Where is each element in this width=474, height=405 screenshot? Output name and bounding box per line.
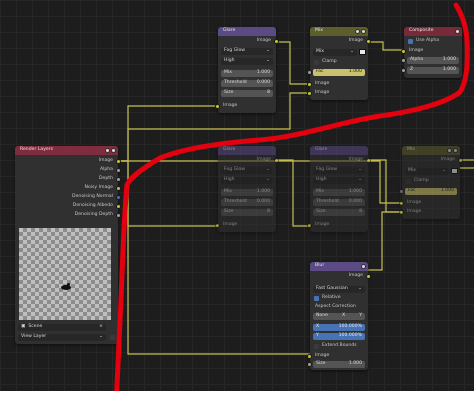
- annotation-layer: [114, 2, 470, 391]
- red-annotation-stroke: [114, 2, 470, 391]
- compositor-node-editor[interactable]: Glare Image Fog Glow ⌄ High ⌄ Mix 1.000 Thr…: [0, 0, 474, 391]
